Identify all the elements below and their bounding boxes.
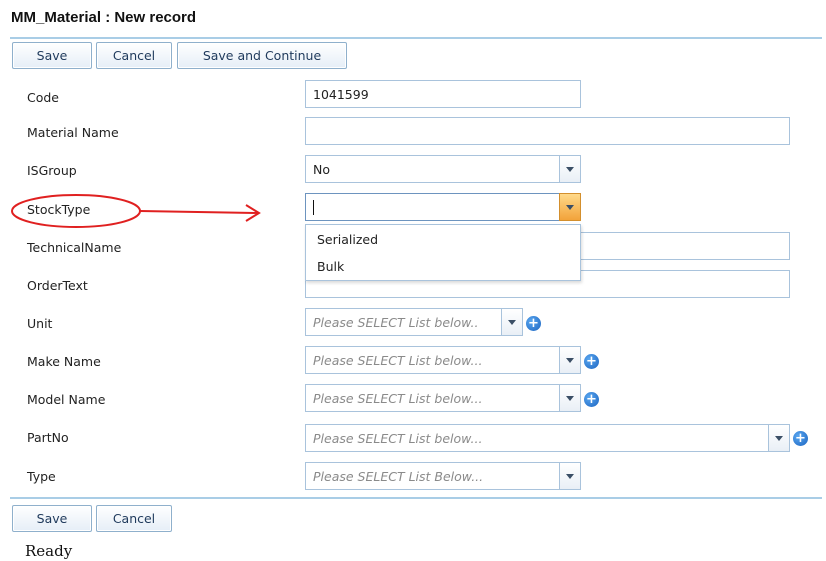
type-dropdown-button[interactable] [559,462,581,490]
chevron-down-icon [566,395,574,401]
annotation-circle [11,194,141,228]
stocktype-option-serialized[interactable]: Serialized [317,232,378,247]
unit-placeholder: Please SELECT List below.. [313,314,479,330]
bottom-divider [10,497,822,499]
partno-dropdown-button[interactable] [768,424,790,452]
type-select[interactable]: Please SELECT List Below... [305,462,581,490]
unit-dropdown-button[interactable] [501,308,523,336]
model-name-placeholder: Please SELECT List below... [313,390,483,406]
make-name-label: Make Name [27,354,101,369]
model-name-select[interactable]: Please SELECT List below... [305,384,581,412]
model-name-label: Model Name [27,392,106,407]
order-text-label: OrderText [27,278,88,293]
model-name-dropdown-button[interactable] [559,384,581,412]
stocktype-dropdown-list: Serialized Bulk [305,224,581,281]
make-name-placeholder: Please SELECT List below... [313,352,483,368]
unit-label: Unit [27,316,53,331]
stocktype-option-bulk[interactable]: Bulk [317,259,344,274]
bottom-save-button[interactable]: Save [12,505,92,532]
status-text: Ready [25,542,73,560]
chevron-down-icon [566,357,574,363]
make-name-select[interactable]: Please SELECT List below... [305,346,581,374]
chevron-down-icon [566,473,574,479]
partno-label: PartNo [27,430,69,445]
technical-name-label: TechnicalName [27,240,122,255]
add-make-icon[interactable]: + [584,354,599,369]
bottom-cancel-button[interactable]: Cancel [96,505,172,532]
partno-select[interactable]: Please SELECT List below... [305,424,790,452]
annotation-arrow-shaft [139,210,259,214]
type-placeholder: Please SELECT List Below... [313,468,484,484]
make-name-dropdown-button[interactable] [559,346,581,374]
add-partno-icon[interactable]: + [793,431,808,446]
add-model-icon[interactable]: + [584,392,599,407]
type-label: Type [27,469,56,484]
unit-select[interactable]: Please SELECT List below.. [305,308,523,336]
chevron-down-icon [508,319,516,325]
partno-placeholder: Please SELECT List below... [313,430,483,446]
chevron-down-icon [775,435,783,441]
add-unit-icon[interactable]: + [526,316,541,331]
